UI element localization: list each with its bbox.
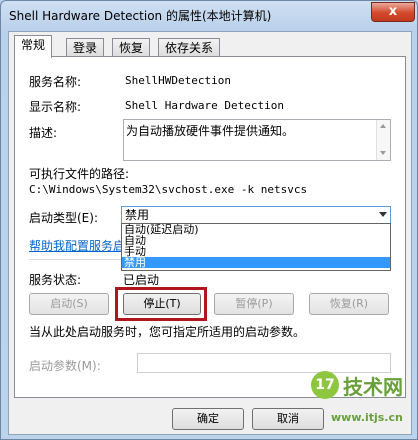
description-text: 为自动播放硬件事件提供通知。: [126, 124, 295, 138]
watermark-url: www.itjs.cn: [331, 411, 403, 424]
service-name-value: ShellHWDetection: [125, 74, 231, 87]
highlight-frame: [115, 287, 207, 321]
start-params-input[interactable]: [137, 353, 391, 373]
start-params-hint: 当从此处启动服务时，您可指定所适用的启动参数。: [29, 325, 306, 339]
startup-type-value: 禁用: [125, 208, 150, 222]
tab-logon[interactable]: 登录: [66, 38, 105, 57]
cancel-button[interactable]: 取消: [252, 408, 324, 430]
watermark-text: 技术网: [343, 375, 403, 399]
scroll-down-icon[interactable]: [380, 151, 386, 155]
dropdown-option-selected[interactable]: 禁用: [122, 257, 390, 268]
watermark-logo: 17: [311, 371, 339, 399]
window-title: Shell Hardware Detection 的属性(本地计算机): [9, 9, 272, 23]
display-name-value: Shell Hardware Detection: [125, 99, 284, 112]
start-params-label: 启动参数(M):: [29, 359, 101, 373]
general-panel: 服务名称: ShellHWDetection 显示名称: Shell Hardw…: [14, 56, 406, 398]
scroll-up-icon[interactable]: [380, 124, 386, 128]
properties-window: Shell Hardware Detection 的属性(本地计算机) x 常规…: [0, 0, 418, 440]
resume-button[interactable]: 恢复(R): [309, 293, 389, 315]
service-status-value: 已启动: [123, 273, 160, 287]
dropdown-option[interactable]: 手动: [122, 246, 390, 257]
close-button[interactable]: x: [371, 2, 415, 22]
help-link[interactable]: 帮助我配置服务启: [29, 237, 125, 254]
description-box[interactable]: 为自动播放硬件事件提供通知。: [123, 119, 391, 161]
tab-recovery[interactable]: 恢复: [112, 38, 151, 57]
dropdown-option[interactable]: 自动(延迟启动): [122, 224, 390, 235]
description-scrollbar[interactable]: [376, 120, 390, 160]
display-name-label: 显示名称:: [29, 100, 82, 114]
dropdown-option[interactable]: 自动: [122, 235, 390, 246]
startup-type-label: 启动类型(E):: [29, 211, 98, 225]
start-button[interactable]: 启动(S): [29, 293, 109, 315]
startup-type-select[interactable]: 禁用: [121, 206, 391, 224]
pause-button[interactable]: 暂停(P): [214, 293, 294, 315]
description-label: 描述:: [29, 126, 58, 140]
service-name-label: 服务名称:: [29, 75, 82, 89]
title-bar[interactable]: Shell Hardware Detection 的属性(本地计算机) x: [1, 1, 417, 29]
tab-general[interactable]: 常规: [14, 35, 53, 58]
path-label: 可执行文件的路径:: [29, 167, 130, 181]
tab-dependencies[interactable]: 依存关系: [158, 38, 221, 57]
service-status-label: 服务状态:: [29, 273, 82, 287]
startup-type-dropdown: 自动(延迟启动) 自动 手动 禁用: [121, 223, 391, 271]
chevron-down-icon[interactable]: [379, 212, 387, 217]
ok-button[interactable]: 确定: [172, 408, 244, 430]
path-value: C:\Windows\System32\svchost.exe -k netsv…: [29, 183, 308, 196]
